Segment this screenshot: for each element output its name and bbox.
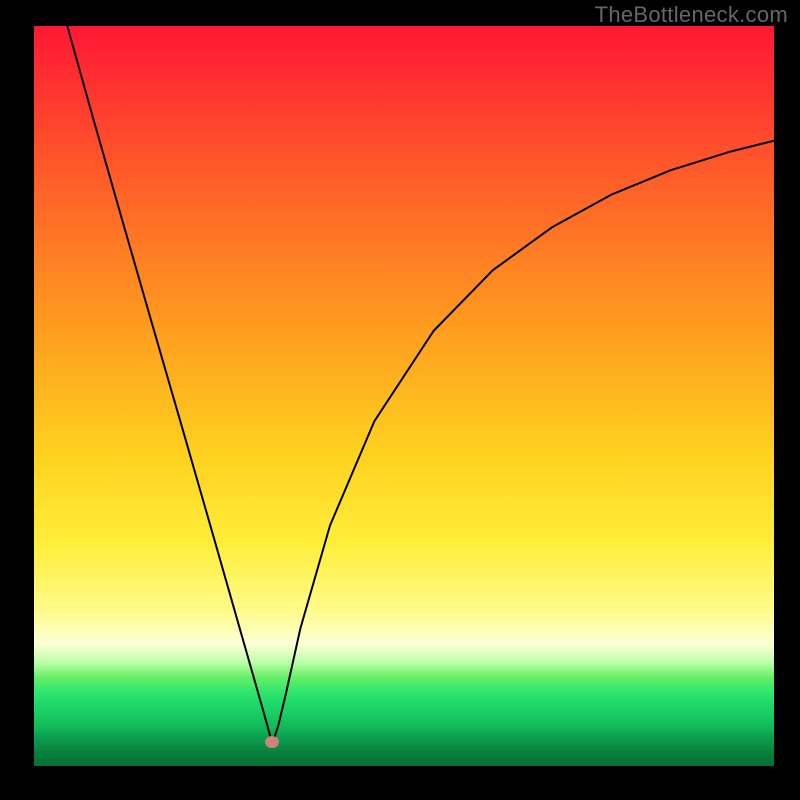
- chart-frame: TheBottleneck.com: [0, 0, 800, 800]
- optimal-point-marker: [265, 736, 279, 748]
- bottleneck-curve: [67, 26, 774, 744]
- plot-area: [34, 26, 774, 766]
- curve-svg: [34, 26, 774, 766]
- watermark-text: TheBottleneck.com: [595, 2, 788, 28]
